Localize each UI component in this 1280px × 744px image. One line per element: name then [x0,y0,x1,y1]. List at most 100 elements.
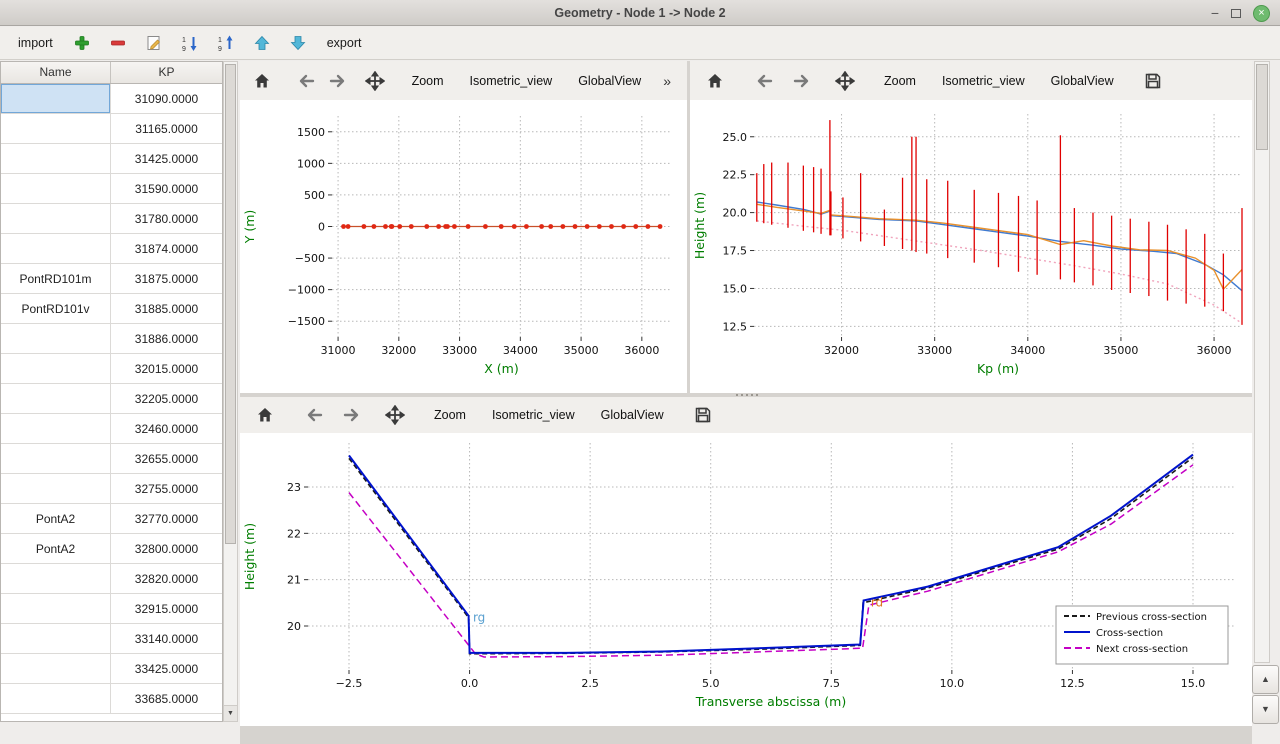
kp-cell[interactable]: 32770.0000 [111,504,222,533]
scroll-down-button[interactable]: ▼ [1252,695,1279,724]
table-row[interactable]: 32015.0000 [1,354,222,384]
zoom-button[interactable]: Zoom [876,70,924,92]
table-row[interactable]: 32460.0000 [1,414,222,444]
kp-cell[interactable]: 32915.0000 [111,594,222,623]
sort-ascending-button[interactable]: 19 [179,32,201,54]
name-cell[interactable]: PontA2 [1,504,111,533]
export-button[interactable]: export [323,34,366,52]
kp-cell[interactable]: 31780.0000 [111,204,222,233]
add-button[interactable] [71,32,93,54]
column-header-name[interactable]: Name [1,62,111,83]
back-button[interactable] [302,402,328,428]
name-cell[interactable] [1,84,111,113]
kp-cell[interactable]: 33425.0000 [111,654,222,683]
kp-cell[interactable]: 32460.0000 [111,414,222,443]
import-button[interactable]: import [14,34,57,52]
home-button[interactable] [252,68,272,94]
kp-cell[interactable]: 31874.0000 [111,234,222,263]
save-button[interactable] [690,402,716,428]
table-row[interactable]: 31886.0000 [1,324,222,354]
toolbar-overflow-button[interactable]: » [659,73,675,89]
isometric-view-button[interactable]: Isometric_view [462,70,561,92]
minimize-button[interactable]: − [1211,8,1219,18]
table-scrollbar[interactable]: ▼ [223,61,238,722]
remove-button[interactable] [107,32,129,54]
table-row[interactable]: PontRD101m 31875.0000 [1,264,222,294]
plan-view-chart[interactable]: 3100032000330003400035000360001500100050… [240,100,687,393]
kp-cell[interactable]: 32205.0000 [111,384,222,413]
name-cell[interactable] [1,324,111,353]
plan-view-canvas[interactable]: 3100032000330003400035000360001500100050… [240,100,687,393]
cross-section-chart[interactable]: −2.50.02.55.07.510.012.515.020212223rgrd… [240,433,1252,726]
profile-canvas[interactable]: 320003300034000350003600012.515.017.520.… [690,100,1252,393]
table-row[interactable]: 31165.0000 [1,114,222,144]
name-cell[interactable] [1,204,111,233]
kp-cell[interactable]: 32800.0000 [111,534,222,563]
main-scrollbar-thumb[interactable] [1256,64,1268,150]
name-cell[interactable] [1,354,111,383]
kp-cell[interactable]: 32820.0000 [111,564,222,593]
isometric-view-button[interactable]: Isometric_view [484,404,583,426]
isometric-view-button[interactable]: Isometric_view [934,70,1033,92]
kp-cell[interactable]: 32755.0000 [111,474,222,503]
forward-button[interactable] [788,68,814,94]
kp-cell[interactable]: 31886.0000 [111,324,222,353]
name-cell[interactable] [1,234,111,263]
move-up-button[interactable] [251,32,273,54]
main-scrollbar[interactable] [1254,61,1270,663]
name-cell[interactable] [1,564,111,593]
name-cell[interactable] [1,684,111,713]
kp-cell[interactable]: 31590.0000 [111,174,222,203]
table-row[interactable]: 33140.0000 [1,624,222,654]
name-cell[interactable] [1,624,111,653]
global-view-button[interactable]: GlobalView [570,70,649,92]
table-row[interactable]: 31874.0000 [1,234,222,264]
table-row[interactable]: PontA2 32800.0000 [1,534,222,564]
table-row[interactable]: PontRD101v 31885.0000 [1,294,222,324]
forward-button[interactable] [338,402,364,428]
pan-button[interactable] [382,402,408,428]
table-row[interactable]: 31425.0000 [1,144,222,174]
table-row[interactable]: 32205.0000 [1,384,222,414]
kp-cell[interactable]: 31885.0000 [111,294,222,323]
table-row[interactable]: PontA2 32770.0000 [1,504,222,534]
name-cell[interactable]: PontA2 [1,534,111,563]
back-button[interactable] [752,68,778,94]
table-row[interactable]: 32820.0000 [1,564,222,594]
table-row[interactable]: 33425.0000 [1,654,222,684]
close-button[interactable]: × [1253,5,1270,22]
table-row[interactable]: 33685.0000 [1,684,222,714]
name-cell[interactable] [1,174,111,203]
zoom-button[interactable]: Zoom [404,70,452,92]
name-cell[interactable] [1,594,111,623]
name-cell[interactable] [1,444,111,473]
forward-button[interactable] [327,68,347,94]
global-view-button[interactable]: GlobalView [1043,70,1122,92]
profile-chart[interactable]: 320003300034000350003600012.515.017.520.… [690,100,1252,393]
name-cell[interactable]: PontRD101v [1,294,111,323]
sort-descending-button[interactable]: 19 [215,32,237,54]
name-cell[interactable]: PontRD101m [1,264,111,293]
kp-cell[interactable]: 32655.0000 [111,444,222,473]
name-cell[interactable] [1,654,111,683]
restore-button[interactable] [1231,9,1241,18]
kp-cell[interactable]: 33685.0000 [111,684,222,713]
edit-button[interactable] [143,32,165,54]
kp-cell[interactable]: 31165.0000 [111,114,222,143]
table-row[interactable]: 31780.0000 [1,204,222,234]
name-cell[interactable] [1,144,111,173]
kp-cell[interactable]: 31425.0000 [111,144,222,173]
global-view-button[interactable]: GlobalView [593,404,672,426]
save-button[interactable] [1140,68,1166,94]
home-button[interactable] [252,402,278,428]
table-row[interactable]: 31090.0000 [1,84,222,114]
kp-cell[interactable]: 32015.0000 [111,354,222,383]
back-button[interactable] [296,68,316,94]
kp-cell[interactable]: 33140.0000 [111,624,222,653]
scroll-up-button[interactable]: ▲ [1252,665,1279,694]
name-cell[interactable] [1,114,111,143]
pan-button[interactable] [832,68,858,94]
home-button[interactable] [702,68,728,94]
kp-cell[interactable]: 31875.0000 [111,264,222,293]
name-cell[interactable] [1,474,111,503]
